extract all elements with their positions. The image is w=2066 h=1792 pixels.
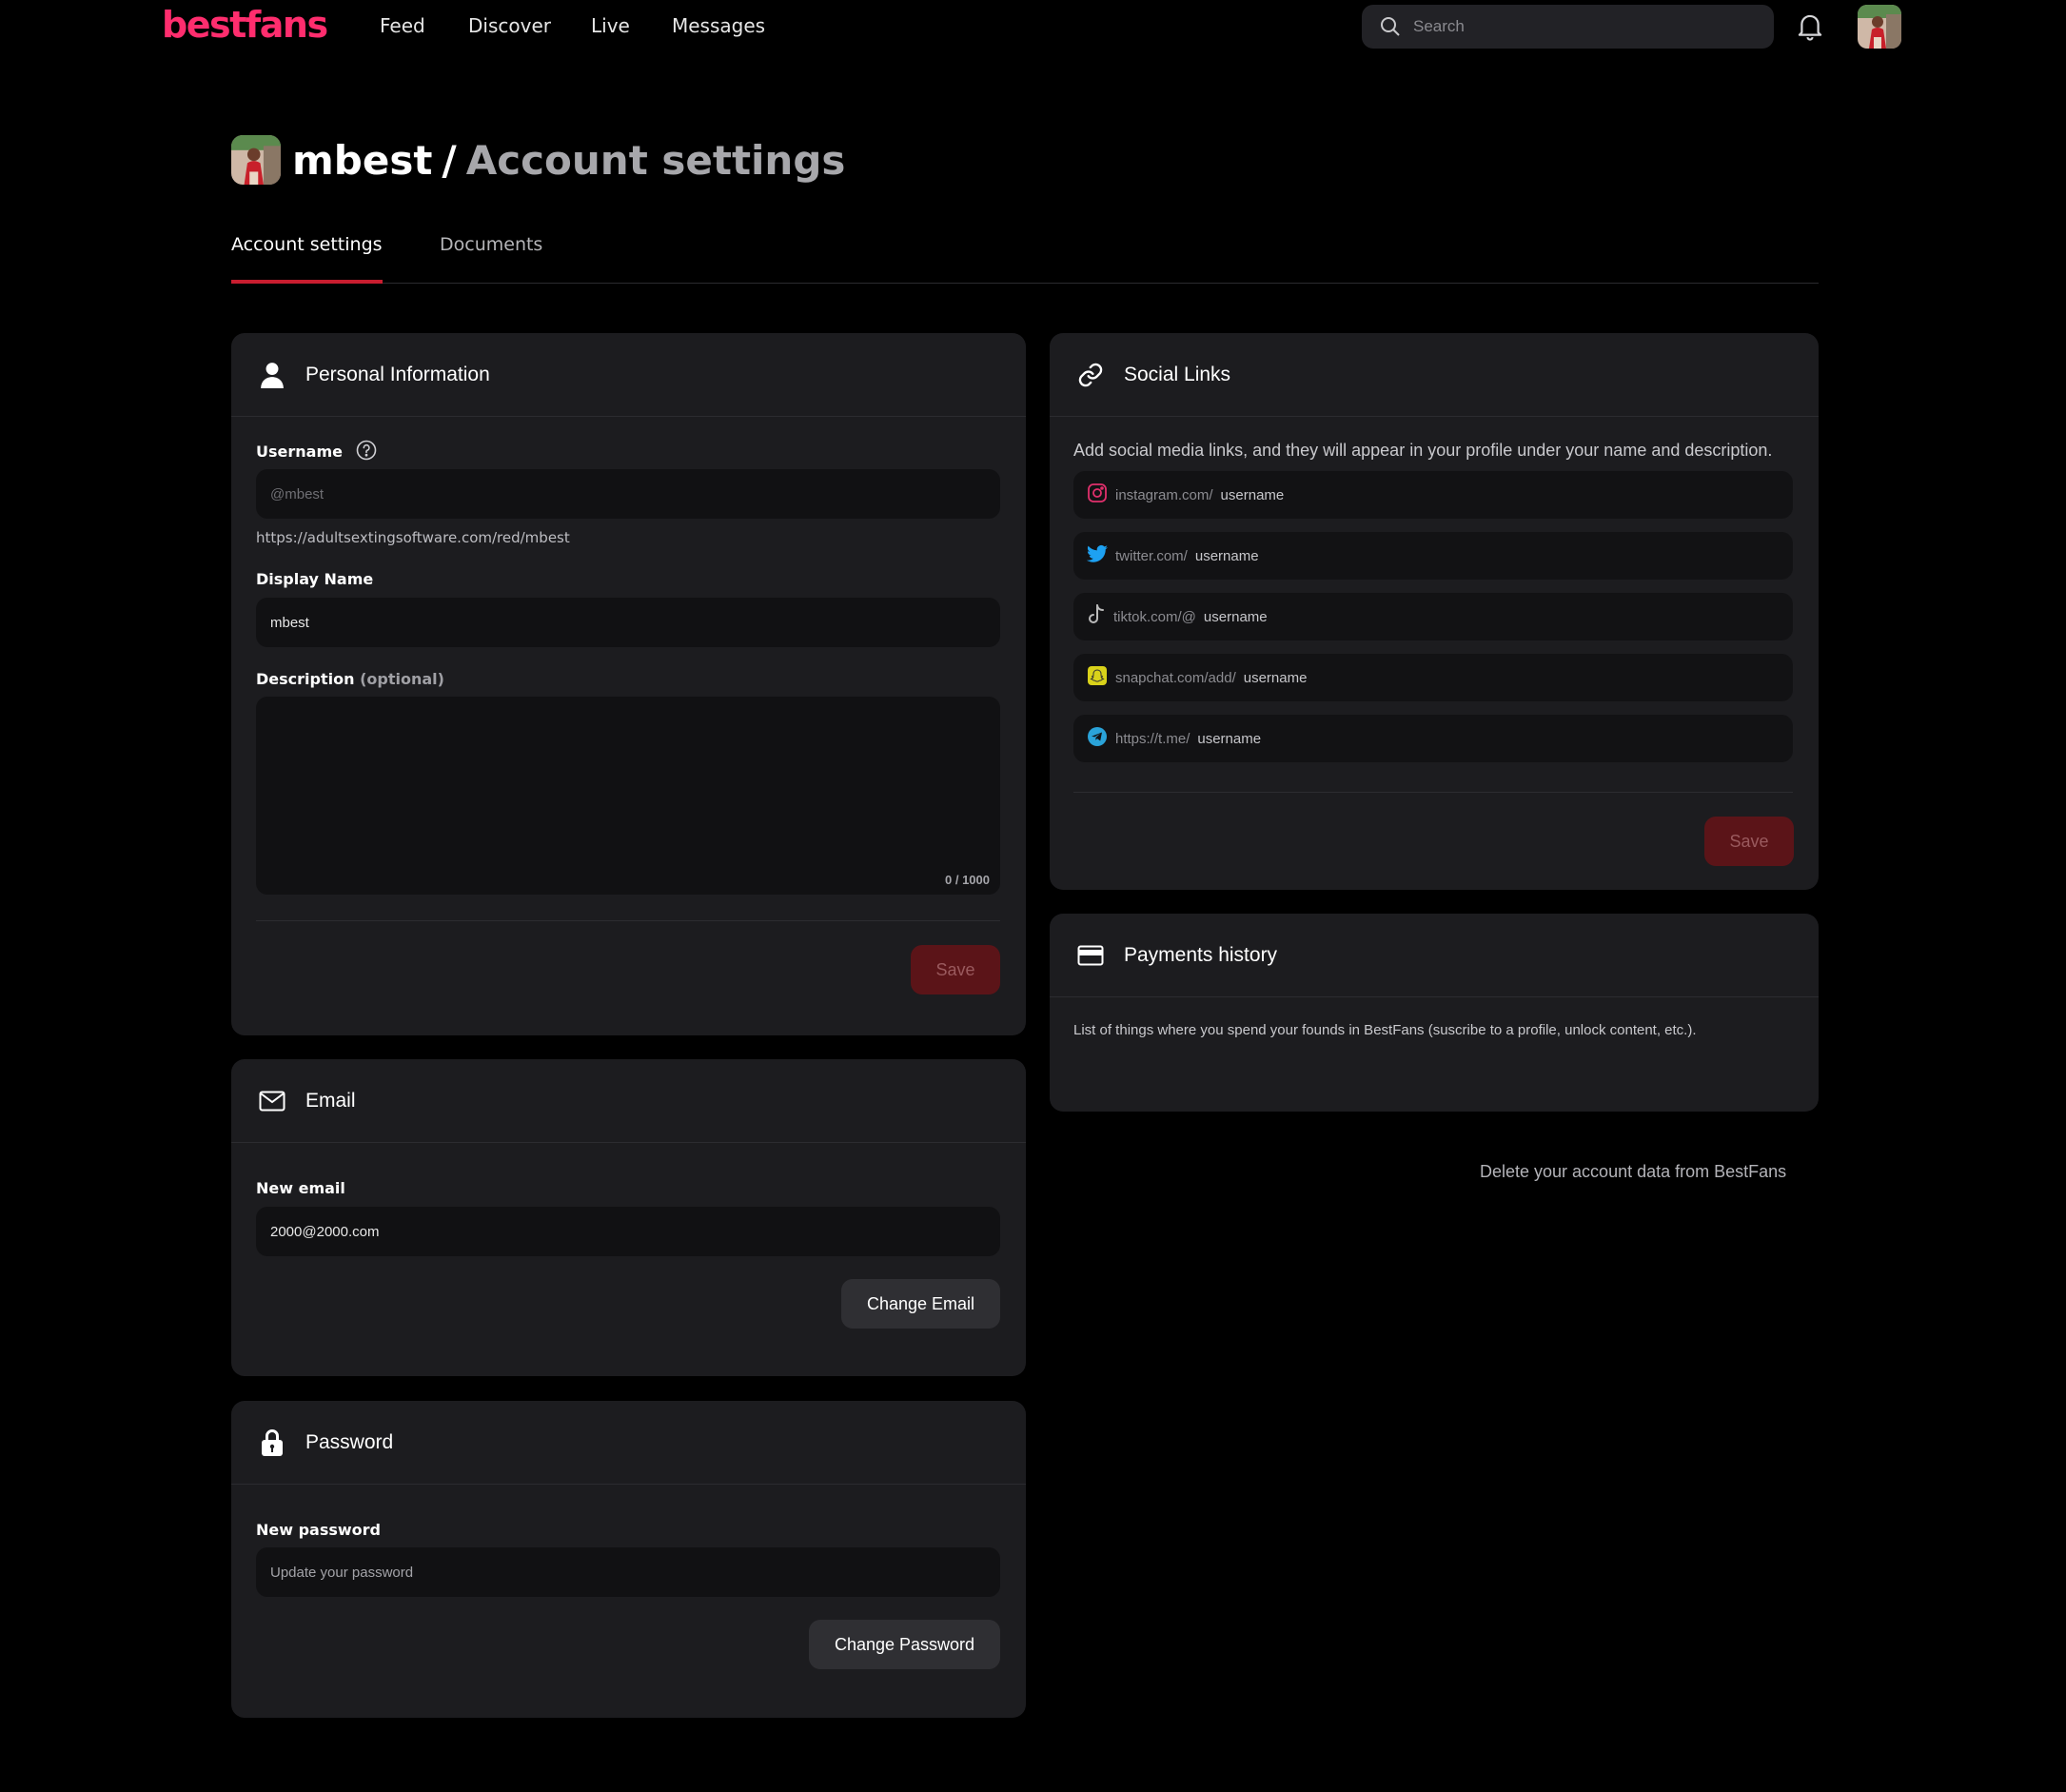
notification-bell-icon[interactable]	[1796, 11, 1824, 42]
search-bar[interactable]	[1362, 5, 1774, 49]
credit-card-icon	[1076, 941, 1105, 970]
twitter-icon	[1087, 544, 1108, 567]
link-prefix: snapchat.com/add/	[1115, 669, 1236, 686]
user-icon	[258, 361, 286, 389]
display-name-field[interactable]: mbest	[256, 598, 1000, 647]
description-label: Description (optional)	[256, 670, 444, 688]
search-input[interactable]	[1413, 17, 1756, 36]
profile-avatar	[231, 135, 281, 185]
user-avatar[interactable]	[1858, 5, 1901, 49]
profile-url: https://adultsextingsoftware.com/red/mbe…	[256, 529, 570, 546]
username-label: Username	[256, 440, 377, 464]
email-field[interactable]: 2000@2000.com	[256, 1207, 1000, 1256]
twitter-link-field[interactable]: twitter.com/ username	[1073, 532, 1793, 580]
card-header: Password	[231, 1401, 1026, 1485]
optional-tag: (optional)	[360, 670, 444, 688]
payments-description: List of things where you spend your foun…	[1073, 1022, 1697, 1038]
description-textarea[interactable]	[256, 697, 1000, 895]
link-placeholder: username	[1243, 669, 1308, 686]
telegram-icon	[1087, 726, 1108, 751]
nav-feed[interactable]: Feed	[380, 14, 425, 37]
link-placeholder: username	[1220, 486, 1285, 503]
username-field[interactable]: @mbest	[256, 469, 1000, 519]
link-placeholder: username	[1203, 608, 1268, 625]
card-title: Payments history	[1124, 943, 1278, 966]
bestfans-logo[interactable]: bestfans	[162, 4, 328, 46]
nav-messages[interactable]: Messages	[672, 14, 765, 37]
link-icon	[1076, 361, 1105, 389]
page-title: mbest / Account settings	[231, 133, 845, 187]
link-prefix: instagram.com/	[1115, 486, 1213, 503]
search-icon	[1381, 17, 1400, 36]
password-field[interactable]: Update your password	[256, 1547, 1000, 1597]
card-header: Social Links	[1050, 333, 1819, 417]
personal-information-card: Personal Information Username @mbest htt…	[231, 333, 1026, 1035]
save-social-links-button[interactable]: Save	[1704, 817, 1794, 866]
snapchat-link-field[interactable]: snapchat.com/add/ username	[1073, 654, 1793, 701]
divider	[1073, 792, 1793, 793]
link-prefix: tiktok.com/@	[1113, 608, 1196, 625]
social-description: Add social media links, and they will ap…	[1073, 441, 1773, 460]
nav-live[interactable]: Live	[591, 14, 630, 37]
title-username: mbest	[292, 136, 433, 184]
tiktok-link-field[interactable]: tiktok.com/@ username	[1073, 593, 1793, 640]
link-placeholder: username	[1197, 730, 1262, 747]
link-placeholder: username	[1194, 547, 1259, 564]
change-password-button[interactable]: Change Password	[809, 1620, 1000, 1669]
character-counter: 0 / 1000	[945, 873, 990, 887]
snapchat-icon	[1087, 665, 1108, 690]
card-header: Email	[231, 1059, 1026, 1143]
save-button[interactable]: Save	[911, 945, 1000, 994]
tiktok-icon	[1087, 604, 1106, 629]
divider	[256, 920, 1000, 921]
password-card: Password New password Update your passwo…	[231, 1401, 1026, 1718]
card-header: Payments history	[1050, 914, 1819, 997]
help-icon[interactable]	[356, 440, 377, 464]
new-email-label: New email	[256, 1179, 345, 1197]
description-label-text: Description	[256, 670, 355, 688]
username-label-text: Username	[256, 443, 343, 461]
telegram-link-field[interactable]: https://t.me/ username	[1073, 715, 1793, 762]
link-prefix: twitter.com/	[1115, 547, 1188, 564]
lock-icon	[258, 1428, 286, 1457]
settings-tabs: Account settings Documents	[231, 228, 1819, 284]
change-email-button[interactable]: Change Email	[841, 1279, 1000, 1329]
new-password-label: New password	[256, 1521, 382, 1539]
link-prefix: https://t.me/	[1115, 730, 1190, 747]
tab-account-settings[interactable]: Account settings	[231, 234, 383, 284]
delete-account-link[interactable]: Delete your account data from BestFans	[1480, 1162, 1786, 1182]
card-title: Social Links	[1124, 363, 1231, 385]
title-separator: /	[442, 136, 457, 184]
instagram-icon	[1087, 482, 1108, 507]
top-navigation-bar: bestfans Feed Discover Live Messages	[0, 0, 2066, 53]
instagram-link-field[interactable]: instagram.com/ username	[1073, 471, 1793, 519]
email-card: Email New email 2000@2000.com Change Ema…	[231, 1059, 1026, 1376]
nav-discover[interactable]: Discover	[468, 14, 551, 37]
card-title: Password	[305, 1430, 394, 1453]
tab-documents[interactable]: Documents	[440, 234, 542, 284]
card-header: Personal Information	[231, 333, 1026, 417]
card-title: Email	[305, 1089, 356, 1112]
social-links-card: Social Links Add social media links, and…	[1050, 333, 1819, 890]
title-page-name: Account settings	[465, 136, 846, 184]
payments-history-card: Payments history List of things where yo…	[1050, 914, 1819, 1112]
display-name-label: Display Name	[256, 570, 374, 588]
card-title: Personal Information	[305, 363, 490, 385]
mail-icon	[258, 1087, 286, 1115]
